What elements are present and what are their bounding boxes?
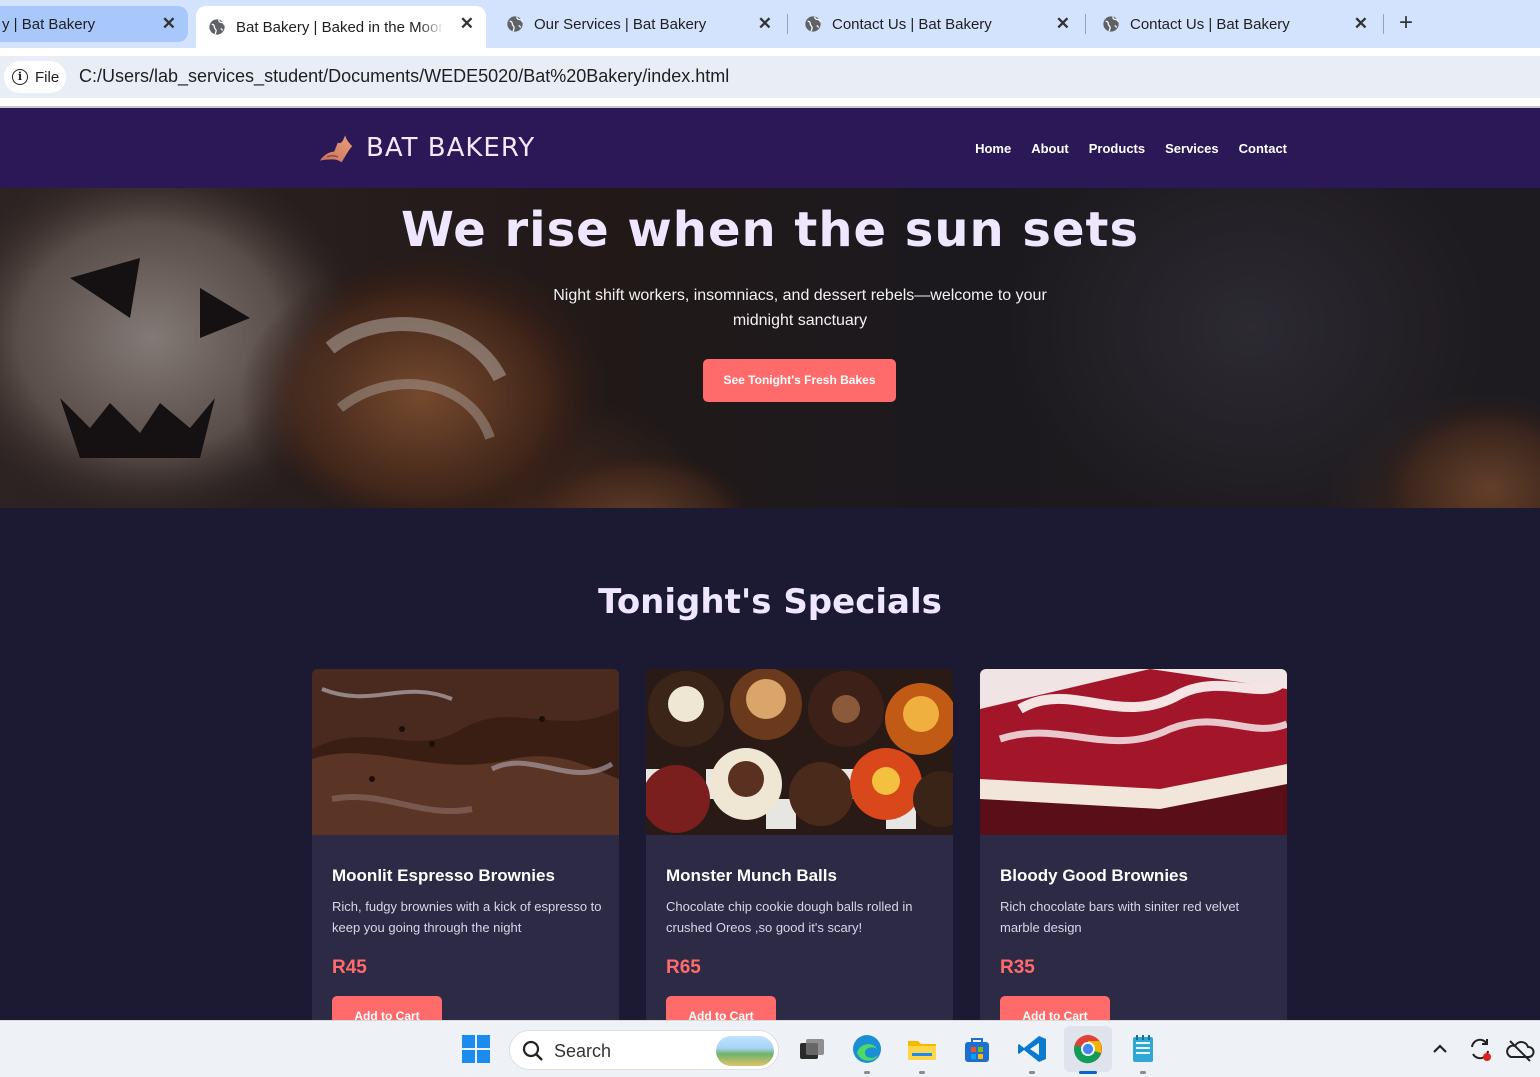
product-image	[980, 669, 1287, 835]
url-text[interactable]: C:/Users/lab_services_student/Documents/…	[79, 66, 729, 87]
taskbar-search[interactable]: Search	[509, 1030, 779, 1070]
tab-strip: y | Bat Bakery ✕ Bat Bakery | Baked in t…	[0, 0, 1540, 48]
search-icon	[522, 1040, 543, 1061]
product-description: Chocolate chip cookie dough balls rolled…	[666, 899, 913, 935]
product-price: R45	[332, 957, 367, 978]
browser-tab[interactable]: y | Bat Bakery ✕	[0, 6, 188, 42]
nav-about[interactable]: About	[1031, 141, 1069, 156]
running-indicator	[919, 1071, 925, 1074]
tab-divider	[787, 14, 788, 34]
globe-icon	[1103, 16, 1119, 32]
nav-products[interactable]: Products	[1089, 141, 1145, 156]
running-indicator	[1140, 1071, 1146, 1074]
page-viewport: BAT BAKERY Home About Products Services …	[0, 108, 1540, 1020]
new-tab-button[interactable]: +	[1392, 9, 1420, 37]
running-indicator	[864, 1071, 870, 1074]
main-nav: Home About Products Services Contact	[975, 141, 1287, 156]
globe-icon	[805, 16, 821, 32]
hero-title: We rise when the sun sets	[400, 202, 1140, 258]
add-to-cart-button[interactable]: Add to Cart	[1000, 996, 1110, 1020]
tab-title: Bat Bakery | Baked in the Moonlight	[236, 18, 444, 36]
store-icon[interactable]	[961, 1033, 993, 1065]
product-image	[646, 669, 953, 835]
site-header: BAT BAKERY Home About Products Services …	[0, 108, 1540, 188]
start-icon[interactable]	[460, 1033, 492, 1065]
onedrive-icon[interactable]	[1504, 1033, 1536, 1065]
file-explorer-icon[interactable]	[906, 1033, 938, 1065]
tab-title: Contact Us | Bat Bakery	[832, 15, 992, 33]
site-info-button[interactable]: i File	[4, 61, 66, 93]
notepad-icon[interactable]	[1127, 1033, 1159, 1065]
task-view-icon[interactable]	[796, 1033, 828, 1065]
product-name: Bloody Good Brownies	[1000, 866, 1188, 885]
site-logo[interactable]: BAT BAKERY	[318, 130, 535, 166]
bat-logo-icon	[319, 135, 353, 163]
tab-title: Contact Us | Bat Bakery	[1130, 15, 1290, 33]
sync-icon[interactable]	[1464, 1033, 1496, 1065]
close-tab-icon[interactable]: ✕	[758, 14, 772, 34]
tab-title: y | Bat Bakery	[2, 15, 96, 33]
browser-tab[interactable]: Our Services | Bat Bakery ✕	[494, 6, 784, 42]
nav-home[interactable]: Home	[975, 141, 1011, 156]
globe-icon	[209, 19, 225, 35]
product-price: R65	[666, 957, 701, 978]
close-tab-icon[interactable]: ✕	[1354, 14, 1368, 34]
section-title: Tonight's Specials	[598, 582, 942, 622]
browser-tab-active[interactable]: Bat Bakery | Baked in the Moonlight ✕	[196, 6, 486, 48]
brand-name: BAT BAKERY	[366, 133, 536, 163]
globe-icon	[507, 16, 523, 32]
browser-tab[interactable]: Contact Us | Bat Bakery ✕	[1090, 6, 1380, 42]
add-to-cart-button[interactable]: Add to Cart	[332, 996, 442, 1020]
fresh-bakes-button[interactable]: See Tonight's Fresh Bakes	[703, 359, 896, 402]
search-highlight-image	[716, 1036, 774, 1066]
product-description: Rich, fudgy brownies with a kick of espr…	[332, 899, 602, 935]
product-card: Bloody Good Brownies Rich chocolate bars…	[980, 669, 1287, 1020]
address-bar[interactable]: i File C:/Users/lab_services_student/Doc…	[0, 56, 1540, 98]
close-tab-icon[interactable]: ✕	[460, 14, 474, 34]
chevron-up-icon[interactable]	[1424, 1033, 1456, 1065]
add-to-cart-button[interactable]: Add to Cart	[666, 996, 776, 1020]
nav-services[interactable]: Services	[1165, 141, 1219, 156]
chrome-icon[interactable]	[1072, 1033, 1104, 1065]
product-name: Moonlit Espresso Brownies	[332, 866, 555, 885]
tab-title: Our Services | Bat Bakery	[534, 15, 707, 33]
search-label: Search	[554, 1041, 612, 1061]
site-chip-label: File	[35, 68, 60, 86]
product-name: Monster Munch Balls	[666, 866, 837, 885]
nav-contact[interactable]: Contact	[1239, 141, 1287, 156]
close-tab-icon[interactable]: ✕	[162, 14, 176, 34]
tab-divider	[1085, 14, 1086, 34]
tab-divider	[1383, 14, 1384, 34]
product-description: Rich chocolate bars with siniter red vel…	[1000, 899, 1240, 935]
windows-taskbar: Search	[0, 1020, 1540, 1077]
product-card: Monster Munch Balls Chocolate chip cooki…	[646, 669, 953, 1020]
running-indicator	[1029, 1071, 1035, 1074]
hero-section: We rise when the sun sets Night shift wo…	[0, 188, 1540, 508]
browser-toolbar: i File C:/Users/lab_services_student/Doc…	[0, 48, 1540, 106]
product-price: R35	[1000, 957, 1035, 978]
hero-subtitle: Night shift workers, insomniacs, and des…	[553, 287, 1047, 329]
vscode-icon[interactable]	[1016, 1033, 1048, 1065]
running-indicator-active	[1079, 1071, 1097, 1074]
close-tab-icon[interactable]: ✕	[1056, 14, 1070, 34]
browser-tab[interactable]: Contact Us | Bat Bakery ✕	[792, 6, 1082, 42]
info-icon: i	[12, 69, 28, 85]
product-image	[312, 669, 619, 835]
edge-icon[interactable]	[851, 1033, 883, 1065]
product-card: Moonlit Espresso Brownies Rich, fudgy br…	[312, 669, 619, 1020]
